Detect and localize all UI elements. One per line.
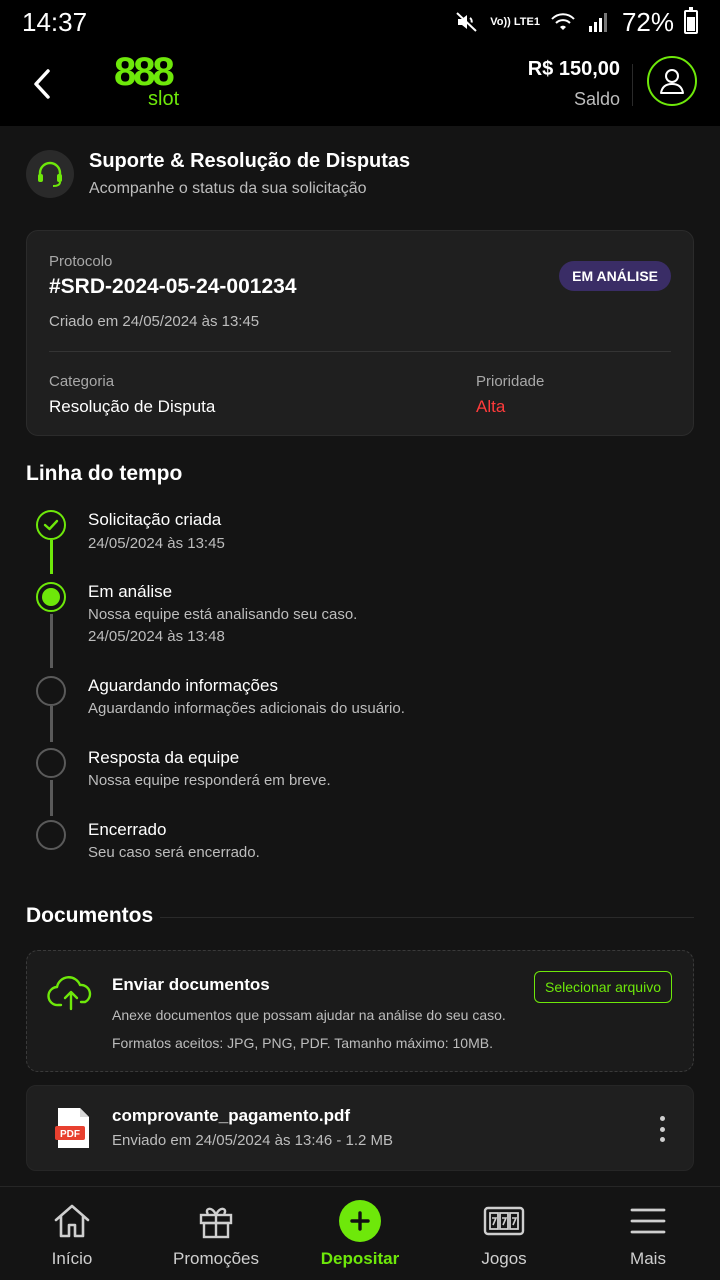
- nav-item-inicio[interactable]: Início: [0, 1187, 144, 1280]
- step-detail: Seu caso será encerrado.: [88, 844, 260, 861]
- select-file-button[interactable]: Selecionar arquivo: [534, 971, 672, 1003]
- slot-machine-icon: [482, 1201, 526, 1241]
- pending-dot-icon: [36, 676, 66, 706]
- support-header: Suporte & Resolução de Disputas Acompanh…: [26, 148, 694, 200]
- documents-title: Documentos: [26, 904, 154, 927]
- signal-icon: [588, 13, 607, 32]
- step-title: Em análise: [88, 582, 173, 601]
- pdf-file-icon: PDF: [55, 1108, 89, 1148]
- upload-dropzone[interactable]: Enviar documentos Anexe documentos que p…: [26, 950, 694, 1072]
- balance-label: Saldo: [573, 89, 620, 109]
- category-label: Categoria: [49, 373, 115, 390]
- app-header: 888 slot R$ 150,00 Saldo: [0, 44, 720, 126]
- upload-formats: Formatos aceitos: JPG, PNG, PDF. Tamanho…: [112, 1035, 493, 1051]
- file-name: comprovante_pagamento.pdf: [112, 1106, 351, 1125]
- header-divider: [632, 64, 633, 106]
- back-button[interactable]: [24, 64, 58, 104]
- balance-display[interactable]: R$ 150,00 Saldo: [528, 58, 620, 110]
- timeline-connector: [50, 706, 53, 742]
- card-divider: [49, 351, 671, 352]
- page-title: Suporte & Resolução de Disputas: [89, 150, 411, 172]
- active-dot-icon: [36, 582, 66, 612]
- headset-icon: [26, 150, 74, 198]
- status-bar: 14:37 Vo)) LTE1 72%: [0, 0, 720, 44]
- timeline-connector: [50, 540, 53, 574]
- timeline: Solicitação criada 24/05/2024 às 13:45 E…: [26, 500, 694, 880]
- bottom-navigation: Início Promoções Depositar Jogos Mais: [0, 1186, 720, 1280]
- timeline-title: Linha do tempo: [26, 462, 183, 485]
- status-icons: Vo)) LTE1 72%: [454, 7, 698, 38]
- mute-icon: [456, 12, 477, 32]
- logo-word: slot: [148, 88, 180, 110]
- nav-item-depositar[interactable]: Depositar: [288, 1187, 432, 1280]
- nav-label: Início: [51, 1249, 93, 1268]
- menu-icon: [626, 1201, 670, 1241]
- step-detail: Nossa equipe está analisando seu caso.: [88, 606, 358, 623]
- nav-item-jogos[interactable]: Jogos: [432, 1187, 576, 1280]
- protocol-created: Criado em 24/05/2024 às 13:45: [49, 313, 260, 330]
- balance-amount: R$ 150,00: [527, 58, 620, 80]
- status-time: 14:37: [22, 6, 88, 37]
- home-icon: [50, 1201, 94, 1241]
- pdf-icon-label: PDF: [60, 1129, 80, 1140]
- nav-item-mais[interactable]: Mais: [576, 1187, 720, 1280]
- step-title: Encerrado: [88, 820, 167, 839]
- profile-button[interactable]: [647, 56, 697, 106]
- protocol-number: #SRD-2024-05-24-001234: [49, 275, 297, 298]
- pending-dot-icon: [36, 748, 66, 778]
- nav-item-promocoes[interactable]: Promoções: [144, 1187, 288, 1280]
- category-value: Resolução de Disputa: [49, 397, 216, 416]
- uploaded-file-item[interactable]: PDF comprovante_pagamento.pdf Enviado em…: [26, 1085, 694, 1171]
- file-meta: Enviado em 24/05/2024 às 13:46 - 1.2 MB: [112, 1132, 394, 1149]
- status-badge: EM ANÁLISE: [559, 261, 671, 291]
- user-icon: [660, 69, 684, 94]
- nav-label: Promoções: [173, 1249, 259, 1268]
- nav-label: Mais: [630, 1249, 666, 1268]
- more-options-icon[interactable]: [657, 1116, 667, 1142]
- step-detail: Nossa equipe responderá em breve.: [88, 772, 331, 789]
- lte-label: Vo)) LTE1: [490, 15, 540, 28]
- step-title: Aguardando informações: [88, 676, 278, 695]
- upload-title: Enviar documentos: [112, 975, 270, 994]
- plus-icon: [338, 1200, 382, 1242]
- protocol-label: Protocolo: [49, 253, 113, 270]
- check-circle-icon: [36, 510, 66, 540]
- nav-label: Depositar: [320, 1249, 400, 1268]
- battery-icon: [684, 7, 698, 34]
- protocol-card: Protocolo #SRD-2024-05-24-001234 Criado …: [26, 230, 694, 436]
- pending-dot-icon: [36, 820, 66, 850]
- battery-percent: 72%: [621, 6, 674, 37]
- cloud-upload-icon: [47, 976, 92, 1011]
- priority-value: Alta: [476, 397, 506, 416]
- timeline-connector: [50, 780, 53, 816]
- nav-label: Jogos: [481, 1249, 527, 1268]
- battery-fill: [687, 16, 695, 31]
- gift-icon: [194, 1201, 238, 1241]
- wifi-icon: [551, 13, 575, 30]
- step-detail: 24/05/2024 às 13:45: [88, 535, 225, 552]
- timeline-connector: [50, 614, 53, 668]
- step-detail: Aguardando informações adicionais do usu…: [88, 700, 405, 717]
- page-subtitle: Acompanhe o status da sua solicitação: [89, 180, 367, 197]
- chevron-left-icon: [34, 69, 50, 99]
- upload-description: Anexe documentos que possam ajudar na an…: [112, 1007, 506, 1023]
- step-title: Resposta da equipe: [88, 748, 240, 767]
- priority-label: Prioridade: [476, 373, 545, 390]
- step-date: 24/05/2024 às 13:48: [88, 628, 225, 645]
- section-divider: [160, 917, 694, 918]
- step-title: Solicitação criada: [88, 510, 222, 529]
- brand-logo[interactable]: 888 slot: [114, 52, 186, 114]
